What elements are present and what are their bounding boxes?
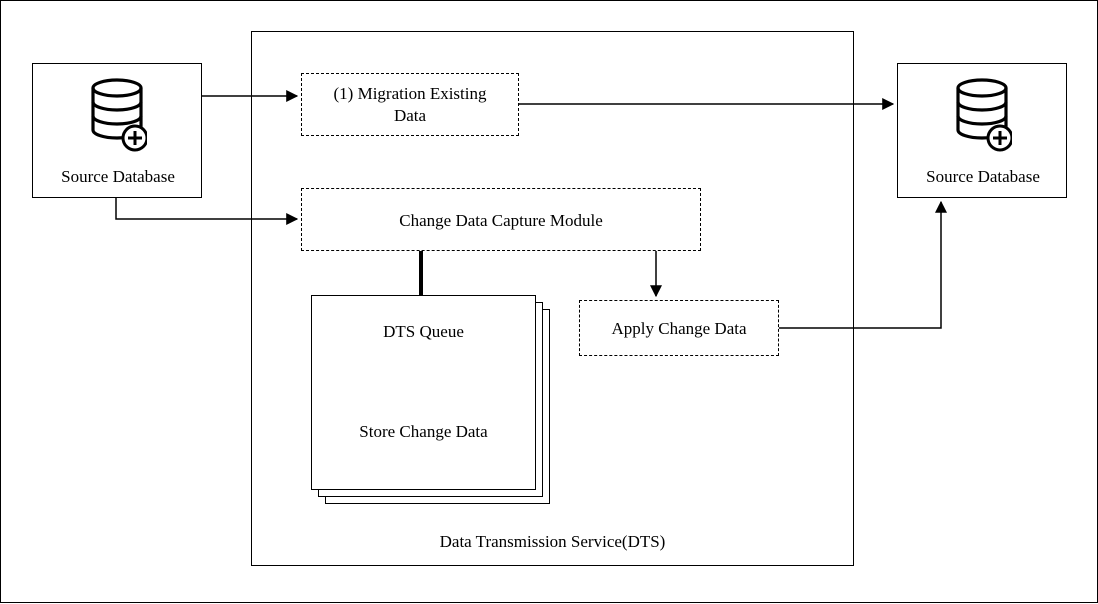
diagram-canvas: Source Database Data Transmission Servic… [0,0,1098,603]
arrow-apply-to-target [779,202,941,328]
arrows-overlay [1,1,1098,604]
arrow-source-to-cdc [116,198,297,219]
